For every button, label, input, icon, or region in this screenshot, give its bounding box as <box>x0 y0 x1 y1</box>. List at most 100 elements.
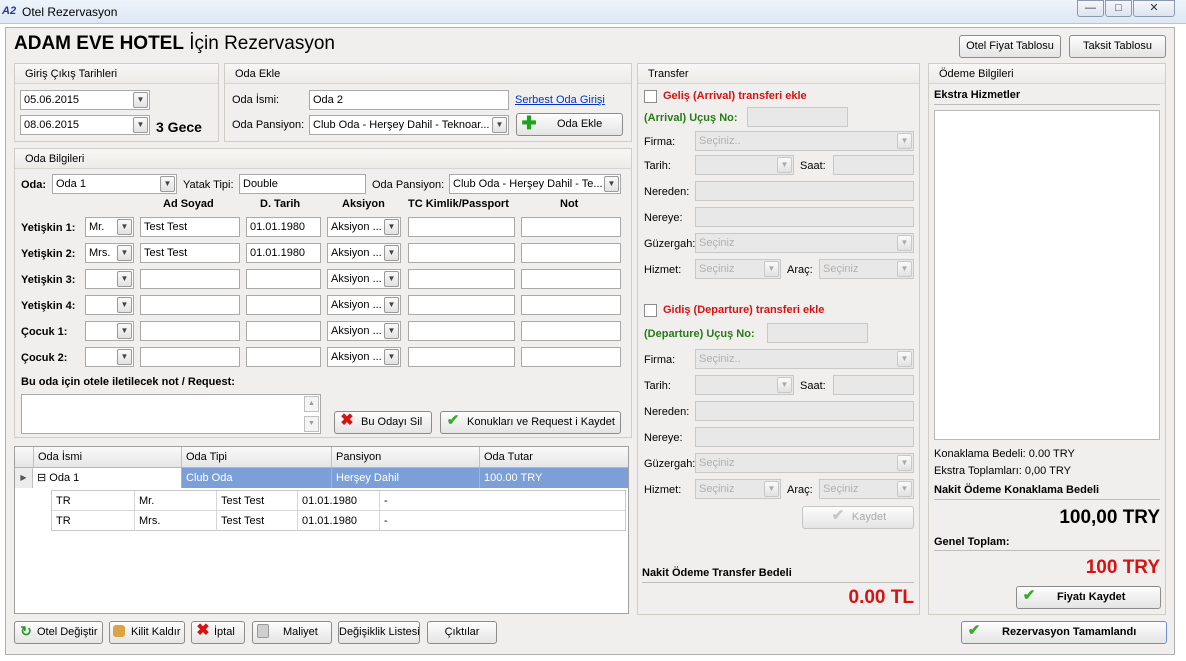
guest-title-select[interactable]: ▼ <box>85 269 134 289</box>
guest-action-select[interactable]: Aksiyon ... ▼ <box>327 321 401 341</box>
guest-action-select[interactable]: Aksiyon ... ▼ <box>327 295 401 315</box>
chevron-down-icon[interactable]: ▼ <box>897 133 912 149</box>
cost-button[interactable]: Maliyet <box>252 621 332 644</box>
transfer-save-button[interactable]: ✔ Kaydet <box>802 506 914 529</box>
arrival-flight-input[interactable] <box>747 107 848 127</box>
guest-note-input[interactable] <box>521 269 621 289</box>
checkin-date-picker[interactable]: 05.06.2015 ▼ <box>20 90 150 110</box>
chevron-down-icon[interactable]: ▼ <box>492 117 507 133</box>
chevron-down-icon[interactable]: ▼ <box>117 297 132 313</box>
guest-passport-input[interactable] <box>408 295 515 315</box>
arrival-date-picker[interactable]: ▼ <box>695 155 794 175</box>
guest-dob-input[interactable]: 01.01.1980 <box>246 217 321 237</box>
guest-note-input[interactable] <box>521 217 621 237</box>
departure-vehicle-select[interactable]: Seçiniz ▼ <box>819 479 914 499</box>
guest-name-input[interactable]: Test Test <box>140 217 240 237</box>
departure-route-select[interactable]: Seçiniz ▼ <box>695 453 914 473</box>
guest-name-input[interactable]: Test Test <box>140 243 240 263</box>
chevron-down-icon[interactable]: ▼ <box>897 481 912 497</box>
departure-flight-input[interactable] <box>767 323 868 343</box>
maximize-button[interactable]: □ <box>1105 0 1132 17</box>
arrival-firm-select[interactable]: Seçiniz.. ▼ <box>695 131 914 151</box>
free-room-entry-link[interactable]: Serbest Oda Girişi <box>515 94 605 106</box>
delete-room-button[interactable]: ✖ Bu Odayı Sil <box>334 411 432 434</box>
departure-time-input[interactable] <box>833 375 914 395</box>
room-board-select[interactable]: Club Oda - Herşey Dahil - Te... ▼ <box>449 174 621 194</box>
scroll-up-icon[interactable]: ▲ <box>304 396 319 412</box>
expander-icon[interactable]: ⊟ <box>37 472 46 484</box>
chevron-down-icon[interactable]: ▼ <box>897 351 912 367</box>
add-room-button[interactable]: ✚ Oda Ekle <box>516 113 623 136</box>
chevron-down-icon[interactable]: ▼ <box>117 245 132 261</box>
room-row-amount[interactable]: 100.00 TRY <box>479 468 628 488</box>
add-room-board-select[interactable]: Club Oda - Herşey Dahil - Teknoar... ▼ <box>309 115 509 135</box>
departure-firm-select[interactable]: Seçiniz.. ▼ <box>695 349 914 369</box>
chevron-down-icon[interactable]: ▼ <box>133 92 148 108</box>
grid-col-room-type[interactable]: Oda Tipi <box>181 447 331 467</box>
grid-col-amount[interactable]: Oda Tutar <box>479 447 628 467</box>
arrival-transfer-checkbox[interactable] <box>644 90 657 103</box>
cancel-button[interactable]: ✖ İptal <box>191 621 245 644</box>
guest-passport-input[interactable] <box>408 217 515 237</box>
guest-passport-input[interactable] <box>408 243 515 263</box>
arrival-vehicle-select[interactable]: Seçiniz ▼ <box>819 259 914 279</box>
guest-title-select[interactable]: Mrs. ▼ <box>85 243 134 263</box>
save-price-button[interactable]: ✔ Fiyatı Kaydet <box>1016 586 1161 609</box>
guest-name-input[interactable] <box>140 269 240 289</box>
table-row[interactable]: ▶ ⊟ Oda 1 Club Oda Herşey Dahil 100.00 T… <box>15 468 628 488</box>
room-row-name[interactable]: ⊟ Oda 1 <box>33 468 181 488</box>
departure-date-picker[interactable]: ▼ <box>695 375 794 395</box>
guest-title-select[interactable]: Mr. ▼ <box>85 217 134 237</box>
arrival-transfer-label[interactable]: Geliş (Arrival) transferi ekle <box>663 90 807 102</box>
guest-name-input[interactable] <box>140 295 240 315</box>
scroll-down-icon[interactable]: ▼ <box>304 416 319 432</box>
grid-col-room-name[interactable]: Oda İsmi <box>33 447 181 467</box>
chevron-down-icon[interactable]: ▼ <box>384 271 399 287</box>
request-note-textarea[interactable] <box>21 394 321 434</box>
guest-title-select[interactable]: ▼ <box>85 321 134 341</box>
extras-list[interactable] <box>934 110 1160 440</box>
guest-passport-input[interactable] <box>408 321 515 341</box>
close-window-button[interactable]: ✕ <box>1133 0 1175 17</box>
room-name-input[interactable]: Oda 2 <box>309 90 509 110</box>
chevron-down-icon[interactable]: ▼ <box>897 455 912 471</box>
chevron-down-icon[interactable]: ▼ <box>384 245 399 261</box>
arrival-service-select[interactable]: Seçiniz ▼ <box>695 259 781 279</box>
chevron-down-icon[interactable]: ▼ <box>160 176 175 192</box>
guest-note-input[interactable] <box>521 347 621 367</box>
room-select[interactable]: Oda 1 ▼ <box>52 174 177 194</box>
guest-passport-input[interactable] <box>408 269 515 289</box>
chevron-down-icon[interactable]: ▼ <box>117 323 132 339</box>
hotel-price-table-button[interactable]: Otel Fiyat Tablosu <box>959 35 1061 58</box>
departure-transfer-label[interactable]: Gidiş (Departure) transferi ekle <box>663 304 824 316</box>
room-row-board[interactable]: Herşey Dahil <box>331 468 479 488</box>
guest-dob-input[interactable] <box>246 347 321 367</box>
chevron-down-icon[interactable]: ▼ <box>604 176 619 192</box>
chevron-down-icon[interactable]: ▼ <box>117 219 132 235</box>
chevron-down-icon[interactable]: ▼ <box>384 323 399 339</box>
checkout-date-picker[interactable]: 08.06.2015 ▼ <box>20 115 150 135</box>
departure-from-input[interactable] <box>695 401 914 421</box>
guest-title-select[interactable]: ▼ <box>85 295 134 315</box>
guest-dob-input[interactable]: 01.01.1980 <box>246 243 321 263</box>
chevron-down-icon[interactable]: ▼ <box>384 349 399 365</box>
guest-action-select[interactable]: Aksiyon ... ▼ <box>327 243 401 263</box>
change-list-button[interactable]: Değişiklik Listesi <box>338 621 420 644</box>
guest-dob-input[interactable] <box>246 321 321 341</box>
guest-name-input[interactable] <box>140 321 240 341</box>
chevron-down-icon[interactable]: ▼ <box>384 297 399 313</box>
guest-action-select[interactable]: Aksiyon ... ▼ <box>327 269 401 289</box>
chevron-down-icon[interactable]: ▼ <box>897 235 912 251</box>
save-guests-button[interactable]: ✔ Konukları ve Request i Kaydet <box>440 411 621 434</box>
guest-note-input[interactable] <box>521 321 621 341</box>
minimize-button[interactable]: — <box>1077 0 1104 17</box>
guest-action-select[interactable]: Aksiyon ... ▼ <box>327 347 401 367</box>
installment-table-button[interactable]: Taksit Tablosu <box>1069 35 1166 58</box>
departure-transfer-checkbox[interactable] <box>644 304 657 317</box>
chevron-down-icon[interactable]: ▼ <box>384 219 399 235</box>
chevron-down-icon[interactable]: ▼ <box>764 261 779 277</box>
departure-to-input[interactable] <box>695 427 914 447</box>
guest-name-input[interactable] <box>140 347 240 367</box>
chevron-down-icon[interactable]: ▼ <box>133 117 148 133</box>
departure-service-select[interactable]: Seçiniz ▼ <box>695 479 781 499</box>
